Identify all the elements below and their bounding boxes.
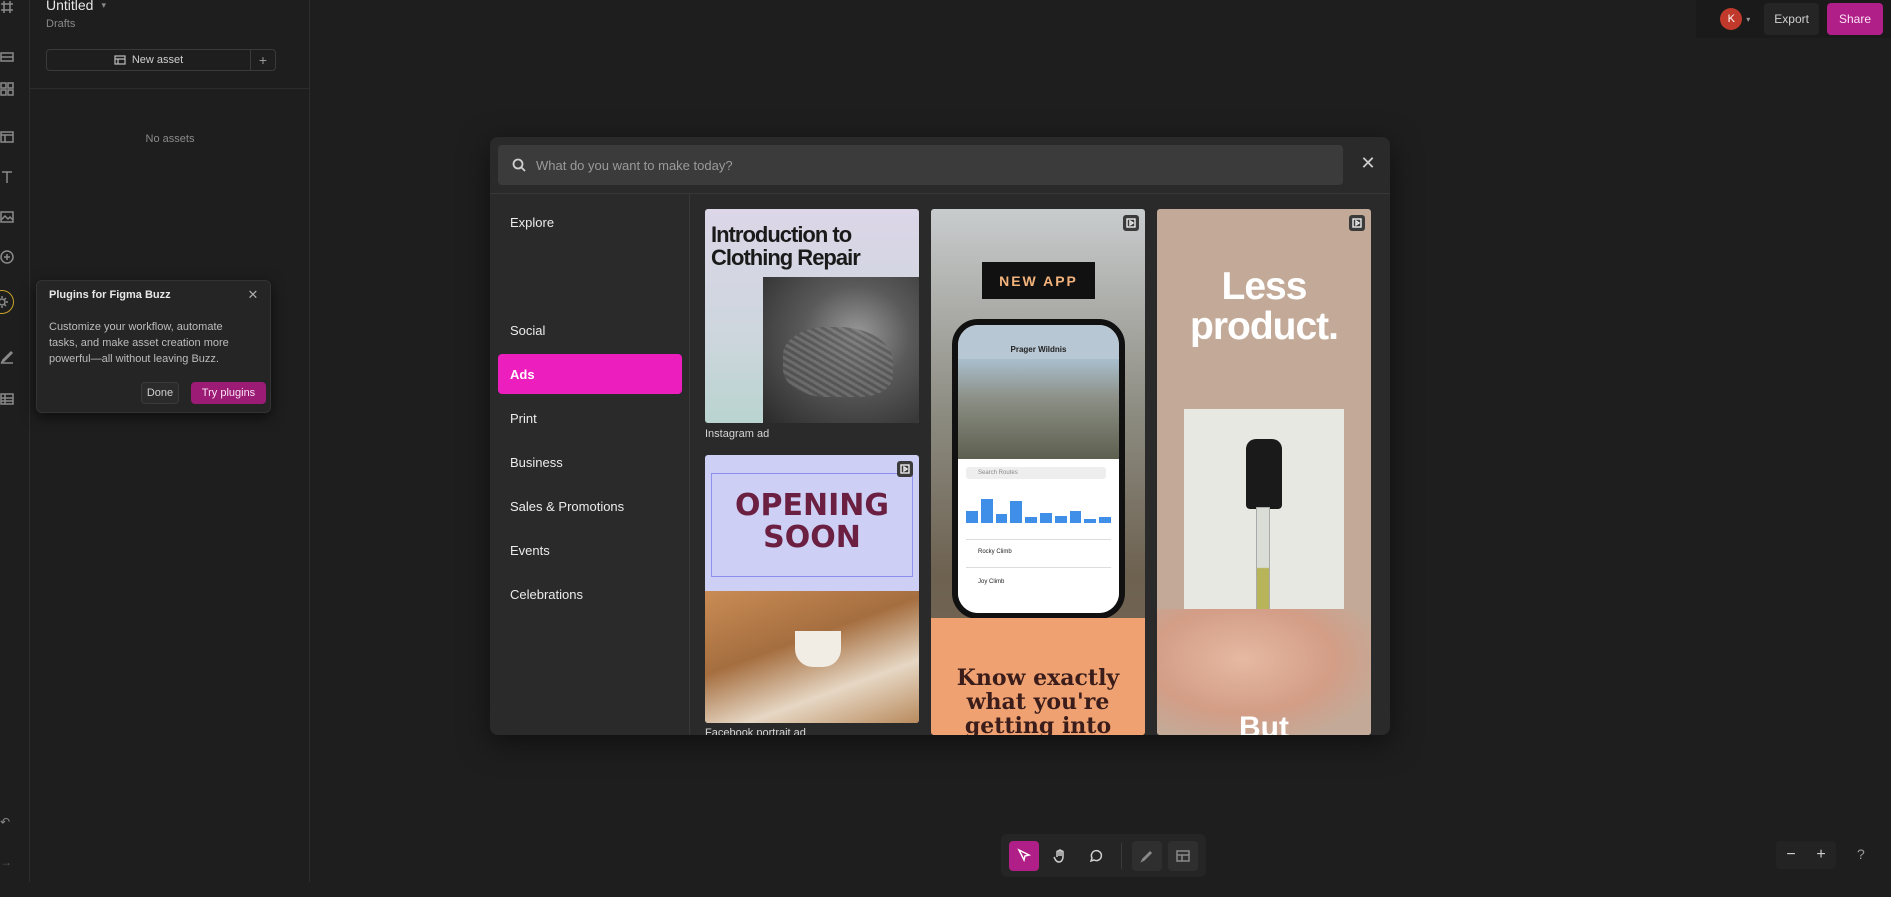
search-bar: [498, 145, 1343, 185]
category-business[interactable]: Business: [498, 442, 682, 482]
assets-panel: Untitled ▾ Drafts New asset + No assets: [30, 0, 310, 882]
plugins-popup-body: Customize your workflow, automate tasks,…: [49, 321, 229, 365]
asset-frame-icon: [114, 55, 126, 65]
category-sidebar: Explore Social Ads Print Business Sales …: [490, 194, 690, 735]
table-icon[interactable]: [0, 392, 14, 406]
category-celebrations[interactable]: Celebrations: [498, 574, 682, 614]
template-card-less-product[interactable]: Less product. But: [1157, 209, 1371, 735]
phone-row: Joy Climb: [978, 579, 1005, 585]
template-picker-modal: ✕ Explore Social Ads Print Business Sale…: [490, 137, 1390, 735]
template-footer-text: Know exactly what you're getting into: [931, 618, 1145, 735]
new-asset-control: New asset +: [46, 49, 276, 71]
new-asset-button[interactable]: New asset: [47, 50, 251, 70]
bottom-toolbar: [1001, 834, 1206, 877]
search-input[interactable]: [536, 157, 1316, 173]
zoom-in-button[interactable]: +: [1816, 846, 1825, 864]
category-social[interactable]: Social: [498, 310, 682, 350]
template-footer-text: But: [1239, 711, 1289, 735]
template-headline: Less product.: [1190, 265, 1339, 348]
comment-tool-icon[interactable]: [1081, 841, 1111, 871]
image-icon[interactable]: [0, 210, 14, 224]
template-photo: [763, 277, 919, 423]
zoom-controls: − +: [1776, 841, 1836, 869]
close-icon[interactable]: ✕: [246, 288, 260, 302]
export-button[interactable]: Export: [1764, 3, 1819, 35]
empty-state: No assets: [145, 133, 195, 145]
draw-tool-icon[interactable]: [1132, 840, 1162, 871]
phone-search: Search Routes: [966, 467, 1106, 479]
plugins-popup: Plugins for Figma Buzz ✕ Customize your …: [36, 280, 271, 413]
assets-icon[interactable]: [0, 82, 14, 96]
template-headline: Introduction to Clothing Repair: [711, 222, 861, 270]
phone-bar-chart: [966, 493, 1111, 523]
tool-rail: ↶ →: [0, 0, 30, 882]
template-card-instagram-ad[interactable]: Introduction to Clothing Repair: [705, 209, 919, 423]
divider: [966, 539, 1111, 540]
frame-icon[interactable]: [0, 0, 14, 14]
template-card-opening-soon[interactable]: OPENING SOON: [705, 455, 919, 723]
close-icon[interactable]: ✕: [1358, 153, 1378, 173]
video-badge-icon: [1123, 215, 1139, 231]
new-asset-label: New asset: [131, 54, 184, 66]
video-badge-icon: [897, 461, 913, 477]
phone-mockup: Prager Wildnis Search Routes Rocky Climb…: [952, 319, 1125, 619]
hand-tool-icon[interactable]: [1045, 841, 1075, 871]
avatar[interactable]: K: [1720, 8, 1743, 30]
dropper-image: [1246, 439, 1282, 619]
plugins-popup-title: Plugins for Figma Buzz: [49, 289, 171, 301]
undo-icon[interactable]: ↶: [0, 815, 12, 829]
zoom-out-button[interactable]: −: [1786, 846, 1795, 864]
divider: [966, 567, 1111, 568]
layout-tool-icon[interactable]: [1168, 840, 1198, 871]
share-button[interactable]: Share: [1826, 3, 1883, 35]
divider: [30, 88, 310, 89]
done-button[interactable]: Done: [141, 382, 179, 404]
try-plugins-button[interactable]: Try plugins: [191, 382, 266, 404]
chevron-down-icon[interactable]: ▾: [101, 0, 106, 11]
template-card-new-app[interactable]: NEW APP Prager Wildnis Search Routes Roc…: [931, 209, 1145, 735]
phone-title: Prager Wildnis: [958, 325, 1119, 359]
add-asset-button[interactable]: +: [251, 52, 275, 68]
file-title[interactable]: Untitled ▾: [46, 0, 106, 13]
category-ads[interactable]: Ads: [498, 354, 682, 394]
mountain-image: [958, 359, 1119, 459]
move-tool-icon[interactable]: [1009, 840, 1039, 871]
redo-icon[interactable]: →: [0, 855, 12, 869]
edit-icon[interactable]: [0, 350, 14, 364]
phone-sheet: Search Routes Rocky Climb Joy Climb: [958, 459, 1119, 613]
search-icon: [512, 158, 526, 172]
text-icon[interactable]: [0, 170, 14, 184]
divider: [1121, 842, 1122, 869]
template-icon[interactable]: [0, 130, 14, 144]
file-title-text: Untitled: [46, 0, 94, 13]
file-location[interactable]: Drafts: [46, 18, 75, 30]
template-label: Instagram ad: [705, 428, 770, 440]
cafe-photo: [705, 591, 919, 723]
template-headline: OPENING SOON: [735, 488, 889, 555]
plugins-icon[interactable]: [0, 290, 14, 314]
template-label: Facebook portrait ad: [705, 727, 806, 735]
template-headline: NEW APP: [982, 262, 1095, 299]
add-circle-icon[interactable]: [0, 250, 14, 264]
layers-icon[interactable]: [0, 50, 14, 64]
category-explore[interactable]: Explore: [498, 202, 682, 242]
template-grid: Introduction to Clothing Repair Instagra…: [705, 209, 1385, 735]
help-button[interactable]: ?: [1857, 846, 1865, 862]
video-badge-icon: [1349, 215, 1365, 231]
header-actions: K ▾ Export Share: [1696, 0, 1891, 38]
phone-row: Rocky Climb: [978, 549, 1012, 555]
category-events[interactable]: Events: [498, 530, 682, 570]
category-print[interactable]: Print: [498, 398, 682, 438]
category-sales-promotions[interactable]: Sales & Promotions: [498, 486, 682, 526]
chevron-down-icon[interactable]: ▾: [1746, 15, 1750, 24]
